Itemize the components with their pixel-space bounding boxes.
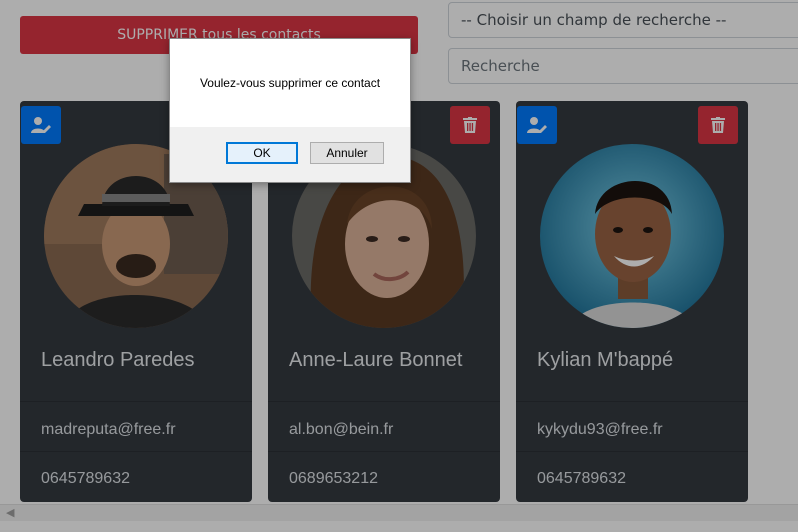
confirm-dialog: Voulez-vous supprimer ce contact OK Annu… (169, 38, 411, 183)
contacts-page: SUPPRIMER tous les contacts -- Choisir u… (0, 0, 798, 532)
ok-button[interactable]: OK (226, 142, 298, 164)
cancel-button[interactable]: Annuler (310, 142, 384, 164)
dialog-message: Voulez-vous supprimer ce contact (199, 76, 381, 90)
dialog-message-area: Voulez-vous supprimer ce contact (170, 39, 410, 127)
